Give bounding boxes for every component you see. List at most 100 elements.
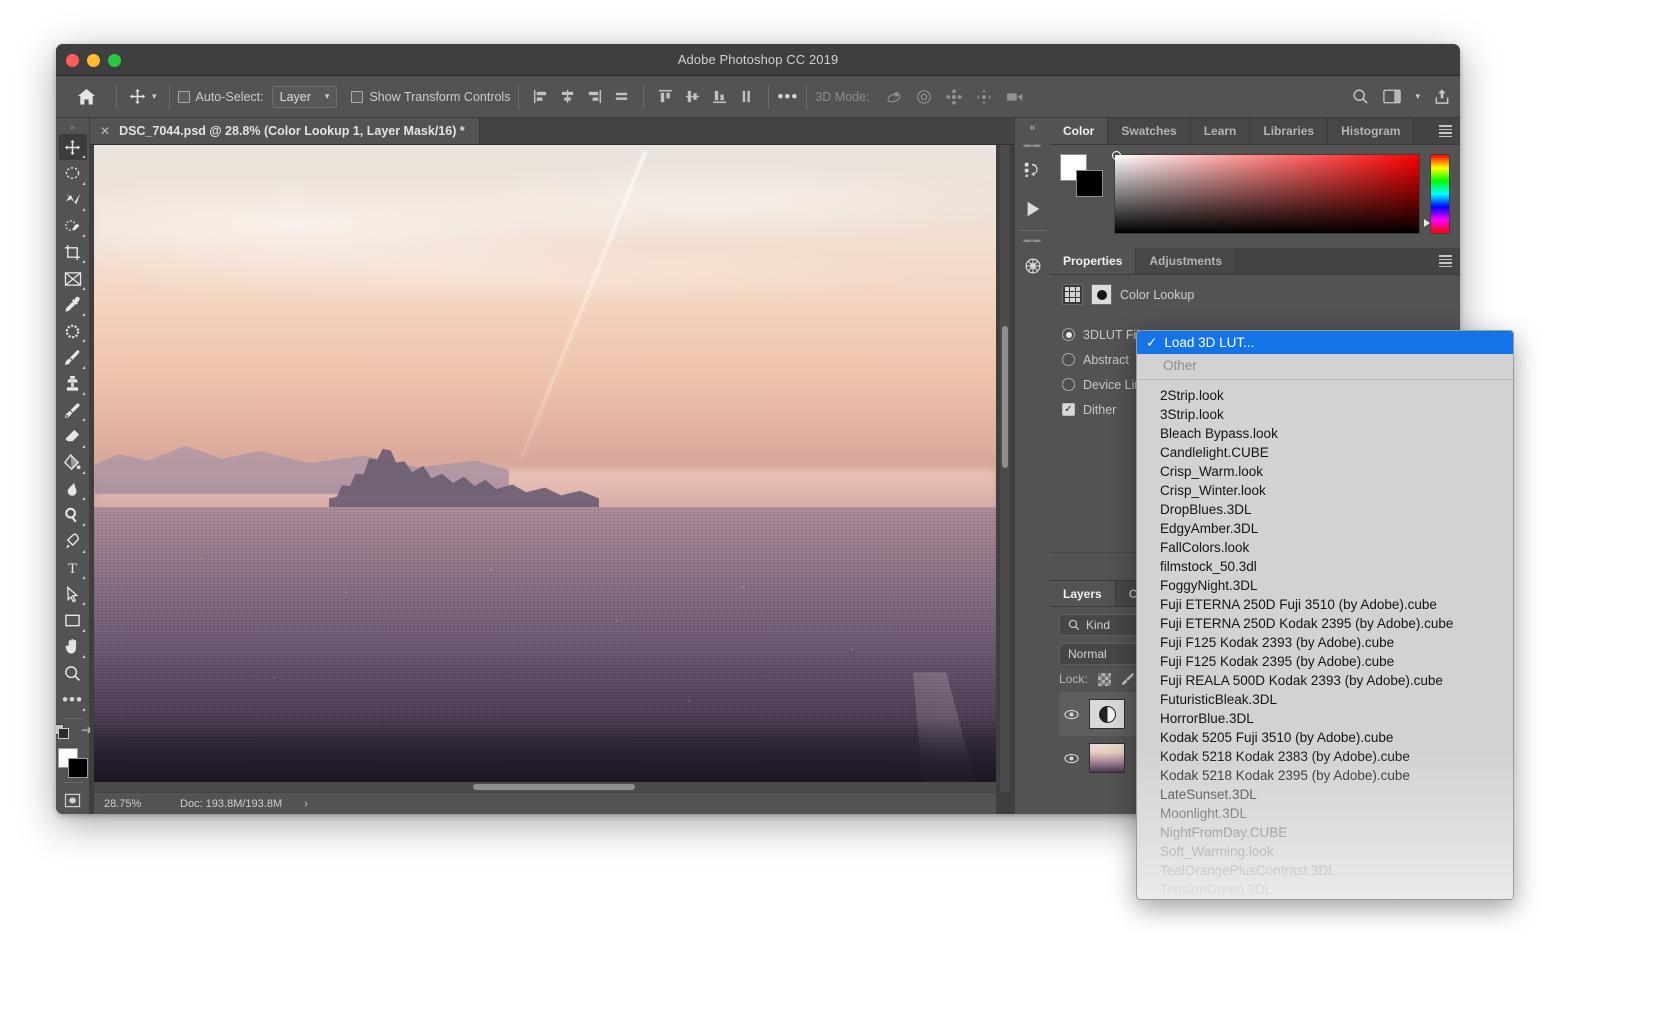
tab-layers[interactable]: Layers [1050,581,1116,606]
collapse-panels-button[interactable]: « [1029,122,1035,140]
list-item[interactable]: TensionGreen.3DL [1137,880,1513,899]
list-item[interactable]: DropBlues.3DL [1137,500,1513,519]
align-top-edges-icon[interactable] [658,89,673,104]
lock-image-pixels-icon[interactable] [1121,672,1135,686]
frame-tool[interactable] [59,265,87,291]
image-canvas[interactable] [94,145,996,792]
list-item[interactable]: FallColors.look [1137,538,1513,557]
list-item[interactable]: Kodak 5205 Fuji 3510 (by Adobe).cube [1137,728,1513,747]
eye-icon[interactable] [1063,709,1079,720]
gradient-tool[interactable] [59,450,87,476]
slide-3d-icon[interactable] [976,89,992,105]
color-panel-swatches[interactable] [1060,154,1104,198]
search-icon[interactable] [1352,88,1369,105]
tools-panel-handle[interactable]: » [70,120,75,134]
history-panel-icon[interactable] [1018,152,1048,190]
hue-slider-handle[interactable] [1424,219,1430,227]
chevron-down-icon[interactable]: ▾ [1415,91,1420,102]
hue-slider[interactable] [1430,154,1450,234]
crop-tool[interactable] [59,239,87,265]
clone-stamp-tool[interactable] [59,371,87,397]
lock-transparent-pixels-icon[interactable] [1098,673,1111,686]
eraser-tool[interactable] [59,423,87,449]
rectangle-tool[interactable] [59,607,87,633]
list-item[interactable]: Kodak 5218 Kodak 2383 (by Adobe).cube [1137,747,1513,766]
rectangular-marquee-tool[interactable] [59,160,87,186]
edit-toolbar-button[interactable]: ••• [59,686,87,712]
list-item[interactable]: Fuji REALA 500D Kodak 2393 (by Adobe).cu… [1137,671,1513,690]
list-item[interactable]: Fuji F125 Kodak 2393 (by Adobe).cube [1137,633,1513,652]
canvas-horizontal-scrollbar[interactable] [94,782,996,792]
background-color-swatch[interactable] [68,758,88,778]
zoom-window-button[interactable] [108,54,121,67]
list-item[interactable]: Candlelight.CUBE [1137,443,1513,462]
tab-swatches[interactable]: Swatches [1108,118,1190,144]
close-window-button[interactable] [66,54,79,67]
spot-healing-brush-tool[interactable] [59,318,87,344]
auto-select-checkbox[interactable] [178,91,190,103]
align-horizontal-centers-icon[interactable] [560,89,575,104]
auto-select-scope-dropdown[interactable]: Layer ▾ [272,86,338,108]
history-brush-tool[interactable] [59,397,87,423]
color-lookup-thumb[interactable] [1089,699,1125,729]
pen-tool[interactable] [59,528,87,554]
list-item[interactable]: HorrorBlue.3DL [1137,709,1513,728]
show-transform-checkbox[interactable] [351,91,363,103]
list-item[interactable]: LateSunset.3DL [1137,785,1513,804]
orbit-3d-icon[interactable] [886,89,902,105]
workspace-icon[interactable] [1383,89,1401,104]
dodge-tool[interactable] [59,502,87,528]
list-item[interactable]: Fuji ETERNA 250D Kodak 2395 (by Adobe).c… [1137,614,1513,633]
zoom-tool[interactable] [59,660,87,686]
dither-checkbox[interactable]: ✓ [1062,403,1075,416]
align-bottom-edges-icon[interactable] [712,89,727,104]
menu-item-load-3d-lut[interactable]: ✓ Load 3D LUT... [1137,331,1513,354]
chevron-down-icon[interactable]: ▾ [152,91,157,102]
tab-learn[interactable]: Learn [1191,118,1251,144]
layer-mask-icon[interactable] [1091,284,1112,305]
home-icon[interactable] [64,88,108,106]
3d-panel-icon[interactable] [1018,247,1048,285]
status-menu-arrow-icon[interactable]: › [282,798,308,810]
list-item[interactable]: Kodak 5218 Kodak 2395 (by Adobe).cube [1137,766,1513,785]
list-item[interactable]: Crisp_Warm.look [1137,462,1513,481]
photo-thumb[interactable] [1089,743,1125,773]
brush-tool[interactable] [59,344,87,370]
quick-selection-tool[interactable] [59,213,87,239]
list-item[interactable]: FoggyNight.3DL [1137,576,1513,595]
canvas-vertical-scrollbar[interactable] [1000,145,1010,792]
roll-3d-icon[interactable] [916,89,932,105]
path-selection-tool[interactable] [59,581,87,607]
list-item[interactable]: Crisp_Winter.look [1137,481,1513,500]
background-color-swatch[interactable] [1076,170,1103,197]
list-item[interactable]: EdgyAmber.3DL [1137,519,1513,538]
blur-tool[interactable] [59,476,87,502]
list-item[interactable]: Fuji F125 Kodak 2395 (by Adobe).cube [1137,652,1513,671]
panel-menu-icon[interactable] [1439,125,1452,137]
list-item[interactable]: Bleach Bypass.look [1137,424,1513,443]
align-vertical-centers-icon[interactable] [685,89,700,104]
list-item[interactable]: Moonlight.3DL [1137,804,1513,823]
distribute-vertical-icon[interactable] [739,89,754,104]
dock-grip[interactable]: ▬▬ [1024,140,1042,152]
eye-icon[interactable] [1063,753,1079,764]
align-right-edges-icon[interactable] [587,89,602,104]
camera-3d-icon[interactable] [1006,90,1024,104]
tab-libraries[interactable]: Libraries [1250,118,1328,144]
hand-tool[interactable] [59,634,87,660]
tab-properties[interactable]: Properties [1050,248,1136,274]
type-tool[interactable]: T [59,555,87,581]
radio-device-link[interactable] [1062,378,1075,391]
more-options-button[interactable]: ••• [777,88,798,105]
list-item[interactable]: TealOrangePlusContrast.3DL [1137,861,1513,880]
tab-histogram[interactable]: Histogram [1328,118,1414,144]
list-item[interactable]: 3Strip.look [1137,405,1513,424]
status-zoom-level[interactable]: 28.75% [94,798,174,810]
list-item[interactable]: NightFromDay.CUBE [1137,823,1513,842]
list-item[interactable]: Fuji ETERNA 250D Fuji 3510 (by Adobe).cu… [1137,595,1513,614]
quick-mask-button[interactable] [59,788,87,814]
list-item[interactable]: filmstock_50.3dl [1137,557,1513,576]
radio-abstract[interactable] [1062,353,1075,366]
lasso-tool[interactable] [59,187,87,213]
color-swatches[interactable] [58,748,88,777]
